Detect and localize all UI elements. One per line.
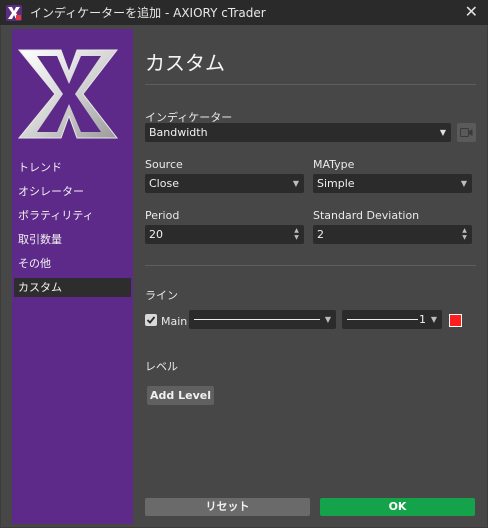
category-list: トレンド オシレーター ボラティリティ 取引数量 その他 カスタム bbox=[12, 158, 133, 302]
title-bar: インディケーターを追加 - AXIORY cTrader ✕ bbox=[0, 0, 488, 25]
source-select[interactable]: Close ▼ bbox=[145, 174, 304, 193]
matype-label: MAType bbox=[313, 158, 355, 171]
sidebar-item-trend[interactable]: トレンド bbox=[12, 158, 133, 177]
page-title: カスタム bbox=[145, 51, 225, 75]
chevron-down-icon: ▼ bbox=[292, 179, 299, 188]
source-value: Close bbox=[149, 177, 179, 190]
stepper-arrows-icon[interactable]: ▲ ▼ bbox=[461, 227, 468, 241]
levels-label: レベル bbox=[145, 360, 178, 373]
indicator-settings-panel: カスタム インディケーター Bandwidth ▼ Source Close ▼… bbox=[145, 25, 477, 527]
period-value: 20 bbox=[149, 228, 163, 241]
lines-label: ライン bbox=[145, 289, 178, 302]
period-stepper[interactable]: 20 ▲ ▼ bbox=[145, 225, 304, 244]
window-title: インディケーターを追加 - AXIORY cTrader bbox=[30, 6, 266, 20]
main-line-checkbox[interactable] bbox=[145, 314, 157, 326]
close-icon[interactable]: ✕ bbox=[465, 3, 478, 21]
ok-button[interactable]: OK bbox=[320, 498, 475, 516]
sidebar-item-custom[interactable]: カスタム bbox=[14, 278, 131, 297]
sidebar-item-volume[interactable]: 取引数量 bbox=[12, 230, 133, 249]
chevron-down-icon: ▼ bbox=[430, 315, 437, 324]
main-line-label: Main bbox=[161, 315, 188, 328]
sidebar-item-volatility[interactable]: ボラティリティ bbox=[12, 206, 133, 225]
stddev-label: Standard Deviation bbox=[313, 209, 420, 222]
dialog-body: トレンド オシレーター ボラティリティ 取引数量 その他 カスタム カスタム イ… bbox=[1, 25, 487, 527]
video-icon-button[interactable] bbox=[457, 123, 476, 142]
line-style-select[interactable]: ▼ bbox=[189, 310, 336, 329]
title-divider bbox=[145, 84, 476, 85]
sidebar-item-oscillator[interactable]: オシレーター bbox=[12, 182, 133, 201]
line-color-swatch[interactable] bbox=[449, 314, 462, 327]
video-icon bbox=[460, 128, 473, 137]
indicator-category-sidebar: トレンド オシレーター ボラティリティ 取引数量 その他 カスタム bbox=[12, 29, 133, 524]
chevron-down-icon: ▼ bbox=[439, 128, 446, 137]
line-width-select[interactable]: 1 ▼ bbox=[342, 310, 442, 329]
ctrader-app-icon bbox=[6, 4, 22, 21]
reset-button[interactable]: リセット bbox=[145, 498, 310, 516]
stddev-stepper[interactable]: 2 ▲ ▼ bbox=[313, 225, 472, 244]
indicator-value: Bandwidth bbox=[149, 126, 208, 139]
line-width-preview bbox=[347, 319, 418, 320]
period-label: Period bbox=[145, 209, 180, 222]
stddev-value: 2 bbox=[317, 228, 324, 241]
checkmark-icon bbox=[146, 316, 156, 324]
chevron-down-icon: ▼ bbox=[324, 315, 331, 324]
indicator-select[interactable]: Bandwidth ▼ bbox=[145, 123, 451, 142]
chevron-down-icon: ▼ bbox=[460, 179, 467, 188]
line-style-preview bbox=[194, 319, 320, 320]
params-divider bbox=[145, 265, 476, 266]
matype-select[interactable]: Simple ▼ bbox=[313, 174, 472, 193]
matype-value: Simple bbox=[317, 177, 355, 190]
line-width-value: 1 bbox=[419, 313, 426, 326]
add-level-button[interactable]: Add Level bbox=[147, 386, 214, 405]
sidebar-item-other[interactable]: その他 bbox=[12, 254, 133, 273]
stepper-arrows-icon[interactable]: ▲ ▼ bbox=[293, 227, 300, 241]
ctrader-x-logo bbox=[17, 42, 122, 145]
source-label: Source bbox=[145, 158, 183, 171]
